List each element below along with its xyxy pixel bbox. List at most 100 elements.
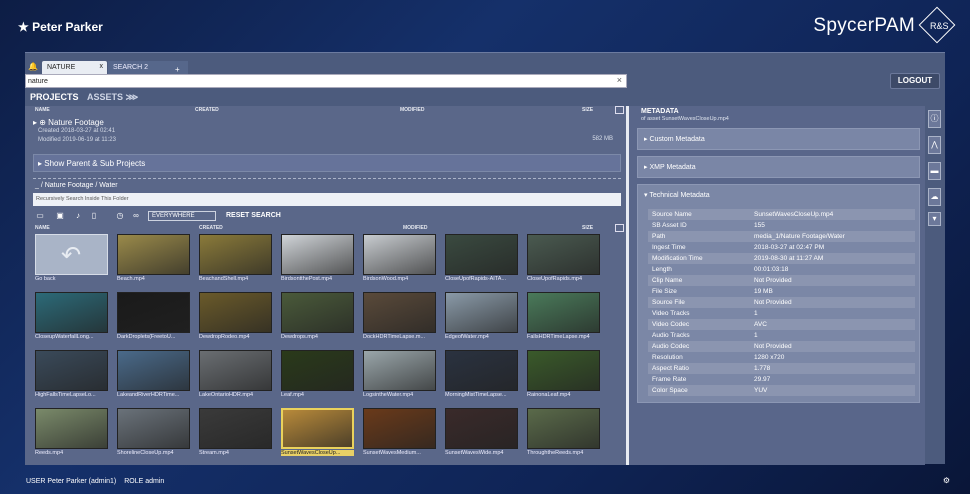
- col-created[interactable]: CREATED: [195, 107, 219, 115]
- document-filter-icon[interactable]: ▯: [89, 211, 99, 220]
- asset-label: DockHDRTimeLapse.m...: [363, 334, 426, 340]
- asset-tile[interactable]: Leaf.mp4: [281, 350, 354, 402]
- technical-metadata-header[interactable]: ▾ Technical Metadata: [644, 191, 710, 199]
- asset-tile[interactable]: FallsHDRTimeLapse.mp4: [527, 292, 600, 344]
- recursive-search-field[interactable]: Recursively Search Inside This Folder: [33, 193, 621, 206]
- asset-tile[interactable]: HighFallsTimeLapseLo...: [35, 350, 108, 402]
- asset-tile[interactable]: LakeOntarioHDR.mp4: [199, 350, 272, 402]
- clock-icon[interactable]: ◷: [115, 211, 125, 220]
- asset-label: Reeds.mp4: [35, 450, 64, 456]
- asset-tile[interactable]: Reeds.mp4: [35, 408, 108, 460]
- asset-tile[interactable]: CloseupWaterfallLong...: [35, 292, 108, 344]
- group-icon[interactable]: ☁: [928, 188, 941, 206]
- breadcrumb[interactable]: _ / Nature Footage / Water: [35, 182, 118, 189]
- info-icon[interactable]: ⓘ: [928, 110, 941, 128]
- asset-label: ThroughtheReeds.mp4: [527, 450, 584, 456]
- asset-tile[interactable]: BeachandShell.mp4: [199, 234, 272, 286]
- metadata-row: SB Asset ID 155: [648, 220, 915, 231]
- asset-label: HighFallsTimeLapseLo...: [35, 392, 96, 398]
- asset-label: Leaf.mp4: [281, 392, 304, 398]
- asset-tile[interactable]: SunsetWavesCloseUp...: [281, 408, 354, 460]
- bell-icon[interactable]: 🔔: [28, 62, 40, 72]
- metadata-row: Source Name SunsetWavesCloseUp.mp4: [648, 209, 915, 220]
- asset-thumbnail: [527, 350, 600, 391]
- asset-tile[interactable]: EdgeofWater.mp4: [445, 292, 518, 344]
- asset-tile[interactable]: LogsintheWater.mp4: [363, 350, 436, 402]
- asset-tile[interactable]: CloseUpofRapids.mp4: [527, 234, 600, 286]
- col-size[interactable]: SIZE: [582, 107, 593, 115]
- col-name-assets[interactable]: NAME: [35, 225, 50, 233]
- go-back-tile[interactable]: ↶ Go back: [35, 234, 108, 286]
- show-parent-toggle[interactable]: ▸ Show Parent & Sub Projects: [33, 154, 621, 172]
- tab-projects[interactable]: PROJECTS: [30, 92, 79, 102]
- asset-tile[interactable]: Stream.mp4: [199, 408, 272, 460]
- audio-filter-icon[interactable]: ♪: [73, 211, 83, 220]
- asset-tile[interactable]: CloseUpofRapids-AITA...: [445, 234, 518, 286]
- metadata-row: Ingest Time 2018-03-27 at 02:47 PM: [648, 242, 915, 253]
- asset-tile[interactable]: DewdropRodeo.mp4: [199, 292, 272, 344]
- metadata-key: File Size: [652, 288, 677, 295]
- custom-metadata-section[interactable]: ▸ Custom Metadata: [637, 128, 920, 150]
- video-filter-icon[interactable]: ▭: [35, 211, 45, 220]
- metadata-value: 1.778: [754, 365, 771, 372]
- asset-tile[interactable]: DockHDRTimeLapse.m...: [363, 292, 436, 344]
- project-row[interactable]: ▸ ⊕ Nature Footage Created 2018-03-27 at…: [33, 118, 621, 148]
- scope-select[interactable]: EVERYWHERE: [148, 211, 216, 221]
- metadata-row: Audio Codec Not Provided: [648, 341, 915, 352]
- asset-tile[interactable]: SunsetWavesMedium...: [363, 408, 436, 460]
- col-modified[interactable]: MODIFIED: [400, 107, 424, 115]
- asset-tile[interactable]: RainonaLeaf.mp4: [527, 350, 600, 402]
- asset-tile[interactable]: ShorelineCloseUp.mp4: [117, 408, 190, 460]
- col-size-assets[interactable]: SIZE: [582, 225, 593, 233]
- filter-toolbar: ▭ ▣ ♪ ▯ ◷ ∞ EVERYWHERE RESET SEARCH: [33, 210, 621, 222]
- image-filter-icon[interactable]: ▣: [55, 211, 65, 220]
- asset-tile[interactable]: Dewdrops.mp4: [281, 292, 354, 344]
- col-created-assets[interactable]: CREATED: [199, 225, 223, 233]
- asset-tile[interactable]: ThroughtheReeds.mp4: [527, 408, 600, 460]
- tab-bar: 🔔 NATURE x SEARCH 2 +: [25, 59, 425, 74]
- top-bar: ★ Peter Parker SpycerPAM R&S: [0, 0, 970, 52]
- close-icon[interactable]: x: [100, 63, 104, 70]
- metadata-value: 2019-08-30 at 11:27 AM: [754, 255, 824, 262]
- add-tab-icon[interactable]: +: [175, 65, 180, 74]
- asset-label: Go back: [35, 276, 56, 282]
- asset-tile[interactable]: DarkDroplets(FreetoU...: [117, 292, 190, 344]
- col-name[interactable]: NAME: [35, 107, 50, 115]
- compass-icon[interactable]: ⋀: [928, 136, 941, 154]
- tab-assets[interactable]: ASSETS ⋙: [87, 92, 138, 102]
- asset-thumbnail: [199, 234, 272, 275]
- metadata-row: Video Codec AVC: [648, 319, 915, 330]
- asset-label: Beach.mp4: [117, 276, 145, 282]
- asset-label: BirdsonWood.mp4: [363, 276, 409, 282]
- clear-icon[interactable]: ×: [617, 75, 622, 85]
- asset-thumbnail: [527, 408, 600, 449]
- asset-tile[interactable]: LakeandRiverHDRTime...: [117, 350, 190, 402]
- asset-thumbnail: [445, 292, 518, 333]
- reset-search-button[interactable]: RESET SEARCH: [226, 212, 281, 219]
- col-modified-assets[interactable]: MODIFIED: [403, 225, 427, 233]
- asset-tile[interactable]: BirdsonWood.mp4: [363, 234, 436, 286]
- link-icon[interactable]: ∞: [129, 211, 143, 220]
- section-label: Technical Metadata: [649, 192, 710, 199]
- tab-label: NATURE: [47, 64, 76, 71]
- logout-button[interactable]: LOGOUT: [890, 73, 940, 89]
- metadata-value: 1: [754, 310, 758, 317]
- xmp-metadata-section[interactable]: ▸ XMP Metadata: [637, 156, 920, 178]
- tab-nature[interactable]: NATURE x: [42, 61, 107, 74]
- search-input[interactable]: [26, 75, 606, 87]
- box-icon[interactable]: ▬: [928, 162, 941, 180]
- metadata-key: Clip Name: [652, 277, 683, 284]
- asset-thumbnail: [35, 292, 108, 333]
- asset-tile[interactable]: Beach.mp4: [117, 234, 190, 286]
- project-created: Created 2018-03-27 at 02:41: [38, 128, 116, 134]
- asset-label: ShorelineCloseUp.mp4: [117, 450, 174, 456]
- asset-tile[interactable]: SunsetWavesWide.mp4: [445, 408, 518, 460]
- chevron-down-icon[interactable]: ▾: [928, 212, 941, 226]
- grid-view-icon[interactable]: [615, 106, 624, 114]
- asset-tile[interactable]: MorningMistTimeLapse...: [445, 350, 518, 402]
- brand-logo: R&S: [918, 6, 956, 44]
- metadata-key: SB Asset ID: [652, 222, 687, 229]
- settings-icon[interactable]: ⚙: [943, 476, 950, 485]
- grid-view-icon[interactable]: [615, 224, 624, 232]
- asset-tile[interactable]: BirdsontthePost.mp4: [281, 234, 354, 286]
